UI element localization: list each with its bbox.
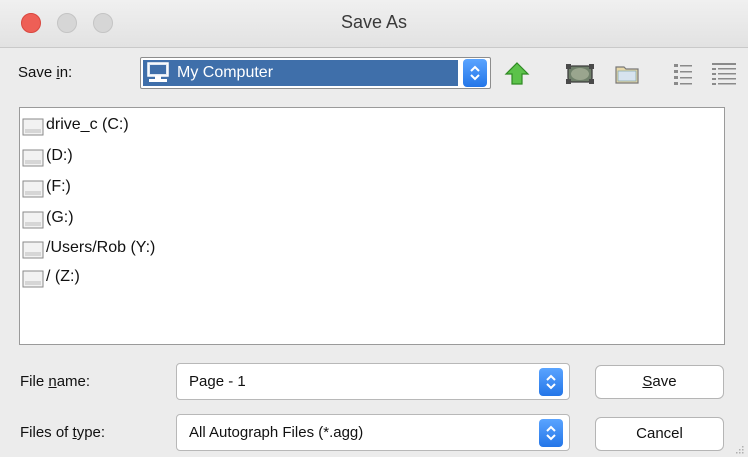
drive-icon <box>22 118 44 136</box>
file-list[interactable]: drive_c (C:) (D:) (F:) (G:) /Users/Rob (… <box>19 107 725 345</box>
save-in-selected-value: My Computer <box>143 60 458 86</box>
file-item-name: (F:) <box>46 178 71 195</box>
file-item-name: / (Z:) <box>46 268 80 285</box>
drive-icon <box>22 241 44 259</box>
resize-grip-icon[interactable] <box>735 444 745 454</box>
up-down-chevron-icon <box>546 374 556 390</box>
window-title: Save As <box>340 12 408 32</box>
file-name-combobox[interactable]: Page - 1 <box>176 363 570 400</box>
cancel-button[interactable]: Cancel <box>595 417 724 451</box>
up-folder-icon <box>504 62 530 85</box>
file-item-name: drive_c (C:) <box>46 116 129 133</box>
file-item-name: /Users/Rob (Y:) <box>46 239 156 256</box>
computer-icon <box>147 62 169 82</box>
drive-icon <box>22 149 44 167</box>
new-folder-button[interactable] <box>612 60 642 88</box>
up-down-chevron-icon <box>546 425 556 441</box>
drive-icon <box>22 270 44 288</box>
drive-icon <box>22 180 44 198</box>
title-bar[interactable]: Save As <box>0 0 748 48</box>
list-view-icon <box>674 64 692 85</box>
file-type-stepper[interactable] <box>539 419 563 447</box>
save-in-location-text: My Computer <box>177 64 274 81</box>
file-name-stepper[interactable] <box>539 368 563 396</box>
desktop-button[interactable] <box>565 60 595 88</box>
save-in-stepper[interactable] <box>463 59 487 87</box>
file-name-label: File name: <box>20 373 91 390</box>
details-view-button[interactable] <box>710 60 740 88</box>
file-item-name: (D:) <box>46 147 73 164</box>
file-type-value: All Autograph Files (*.agg) <box>189 424 364 441</box>
save-button[interactable]: Save <box>595 365 724 399</box>
up-folder-button[interactable] <box>502 60 532 88</box>
list-view-button[interactable] <box>670 60 700 88</box>
save-as-dialog: Save As Save in: My Computer drive_c (C:… <box>0 0 748 457</box>
desktop-icon <box>566 64 594 84</box>
drive-icon <box>22 211 44 229</box>
save-in-dropdown[interactable]: My Computer <box>140 57 491 89</box>
files-of-type-label: Files of type: <box>20 424 106 441</box>
new-folder-icon <box>615 66 639 84</box>
up-down-chevron-icon <box>470 65 480 81</box>
file-name-input[interactable]: Page - 1 <box>189 373 246 390</box>
file-item-name: (G:) <box>46 209 74 226</box>
details-view-icon <box>712 63 736 85</box>
file-type-dropdown[interactable]: All Autograph Files (*.agg) <box>176 414 570 451</box>
save-in-label: Save in: <box>18 64 73 81</box>
